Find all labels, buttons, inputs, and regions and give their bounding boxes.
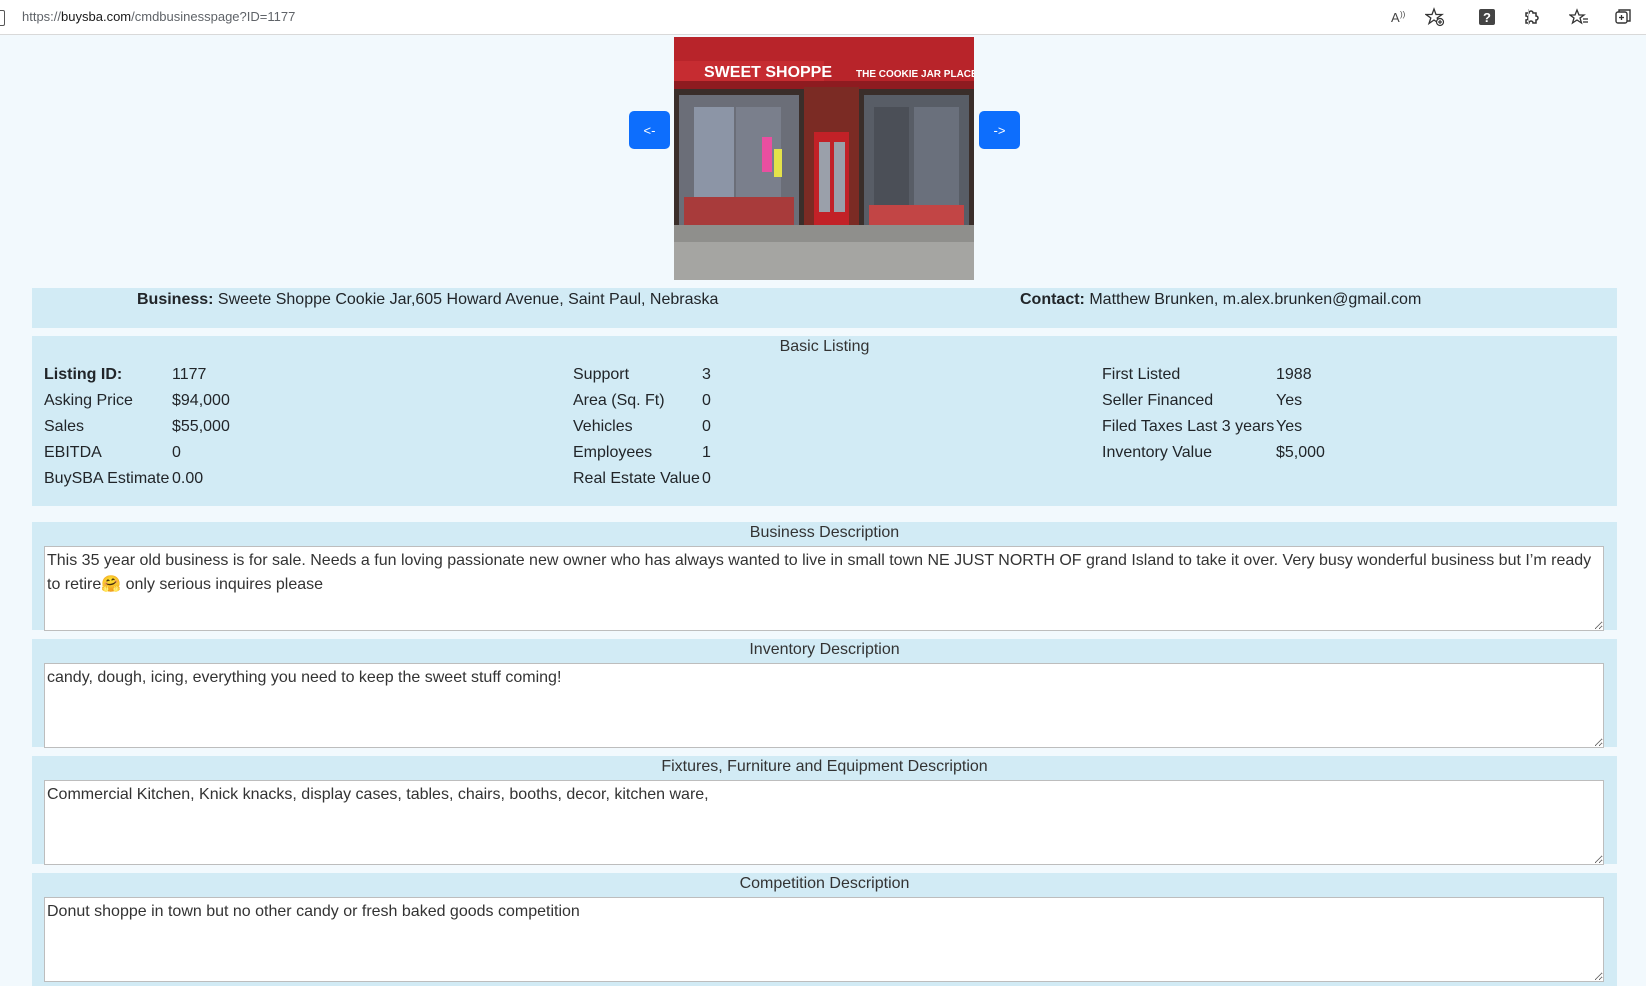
svg-text:?: ? <box>1483 10 1491 25</box>
competition-description-panel: Competition Description Donut shoppe in … <box>32 873 1617 986</box>
listing-column-2: Support 3 Area (Sq. Ft) 0 Vehicles 0 Employ… <box>573 362 711 492</box>
inventory-description-textarea[interactable]: candy, dough, icing, everything you need… <box>44 663 1604 748</box>
field-label: First Listed <box>1102 366 1181 383</box>
business-description-panel: Business Description This 35 year old bu… <box>32 522 1617 631</box>
business-description-textarea[interactable]: This 35 year old business is for sale. N… <box>44 546 1604 631</box>
field-label: BuySBA Estimate <box>44 470 170 487</box>
field-label: Sales <box>44 418 85 435</box>
field-value: 0 <box>702 392 711 409</box>
svg-text:)): )) <box>1400 10 1406 19</box>
field-label: Filed Taxes Last 3 years <box>1102 418 1275 435</box>
inventory-description-panel: Inventory Description candy, dough, icin… <box>32 639 1617 748</box>
favorite-add-icon[interactable] <box>1424 7 1446 27</box>
listing-row: First Listed 1988 <box>1102 362 1325 388</box>
listing-row: Listing ID: 1177 <box>44 362 230 388</box>
url-prefix: https:// <box>22 9 62 24</box>
field-label: Employees <box>573 444 653 461</box>
listing-row: Asking Price $94,000 <box>44 388 230 414</box>
listing-row: EBITDA 0 <box>44 440 230 466</box>
business-contact-row: Business: Sweete Shoppe Cookie Jar,605 H… <box>32 288 1617 328</box>
browser-toolbar: https://buysba.com/cmdbusinesspage?ID=11… <box>0 0 1646 35</box>
toolbar-separator <box>1528 9 1529 25</box>
field-value: Yes <box>1276 392 1303 409</box>
listing-row: Seller Financed Yes <box>1102 388 1325 414</box>
awning-right-text: THE COOKIE JAR PLACE <box>856 69 974 80</box>
field-value: $94,000 <box>172 392 230 409</box>
business-info: Business: Sweete Shoppe Cookie Jar,605 H… <box>137 291 718 309</box>
inventory-description-title: Inventory Description <box>749 641 900 658</box>
svg-text:A: A <box>1391 10 1400 25</box>
business-description-title: Business Description <box>749 524 900 541</box>
field-label: Support <box>573 366 630 383</box>
field-label: Inventory Value <box>1102 444 1212 461</box>
fixtures-description-title: Fixtures, Furniture and Equipment Descri… <box>661 758 988 775</box>
field-value: 1 <box>702 444 711 461</box>
competition-description-title: Competition Description <box>739 875 910 892</box>
business-value: Sweete Shoppe Cookie Jar,605 Howard Aven… <box>217 291 719 308</box>
field-value: 1177 <box>172 366 207 383</box>
contact-label: Contact: <box>1020 291 1085 308</box>
field-label: EBITDA <box>44 444 102 461</box>
listing-row: BuySBA Estimate 0.00 <box>44 466 230 492</box>
field-value: 0 <box>702 418 711 435</box>
basic-listing-panel: Basic Listing Listing ID: 1177 Asking Pri… <box>32 336 1617 506</box>
storefront-image: SWEET SHOPPE THE COOKIE JAR PLACE <box>674 37 974 280</box>
field-value: 0 <box>702 470 711 487</box>
listing-row: Real Estate Value 0 <box>573 466 711 492</box>
extensions-icon[interactable] <box>1520 7 1542 27</box>
url-path: /cmdbusinesspage?ID=1177 <box>131 9 296 24</box>
awning-left-text: SWEET SHOPPE <box>704 64 832 81</box>
favorites-icon[interactable] <box>1568 7 1590 27</box>
collections-icon[interactable] <box>1612 7 1634 27</box>
contact-info: Contact: Matthew Brunken, m.alex.brunken… <box>1020 291 1421 309</box>
listing-row: Support 3 <box>573 362 711 388</box>
next-image-button[interactable]: -> <box>979 111 1020 149</box>
field-label: Area (Sq. Ft) <box>573 392 665 409</box>
url-domain: buysba.com <box>61 9 132 24</box>
business-label: Business: <box>137 291 214 308</box>
listing-row: Area (Sq. Ft) 0 <box>573 388 711 414</box>
field-label: Seller Financed <box>1102 392 1214 409</box>
fixtures-description-textarea[interactable]: Commercial Kitchen, Knick knacks, displa… <box>44 780 1604 865</box>
field-label: Real Estate Value <box>573 470 700 487</box>
listing-row: Employees 1 <box>573 440 711 466</box>
url-text[interactable]: https://buysba.com/cmdbusinesspage?ID=11… <box>22 9 295 24</box>
help-icon[interactable]: ? <box>1476 7 1498 27</box>
listing-row: Filed Taxes Last 3 years Yes <box>1102 414 1325 440</box>
field-label: Asking Price <box>44 392 133 409</box>
listing-row: Inventory Value $5,000 <box>1102 440 1325 466</box>
listing-row: Sales $55,000 <box>44 414 230 440</box>
field-label: Listing ID: <box>44 366 123 383</box>
field-value: Yes <box>1276 418 1303 435</box>
site-info-icon[interactable] <box>0 10 5 26</box>
field-value: 1988 <box>1276 366 1312 383</box>
contact-value: Matthew Brunken, m.alex.brunken@gmail.co… <box>1089 291 1422 308</box>
field-value: 0 <box>172 444 181 461</box>
listing-row: Vehicles 0 <box>573 414 711 440</box>
address-bar[interactable]: https://buysba.com/cmdbusinesspage?ID=11… <box>0 0 1460 34</box>
competition-description-textarea[interactable]: Donut shoppe in town but no other candy … <box>44 897 1604 982</box>
listing-column-3: First Listed 1988 Seller Financed Yes File… <box>1102 362 1325 466</box>
prev-image-button[interactable]: <- <box>629 111 670 149</box>
fixtures-description-panel: Fixtures, Furniture and Equipment Descri… <box>32 756 1617 865</box>
field-value: 0.00 <box>172 470 204 487</box>
business-photo: SWEET SHOPPE THE COOKIE JAR PLACE <box>674 37 974 280</box>
basic-listing-title: Basic Listing <box>779 338 870 355</box>
listing-column-1: Listing ID: 1177 Asking Price $94,000 Sale… <box>44 362 230 492</box>
field-value: $5,000 <box>1276 444 1325 461</box>
field-label: Vehicles <box>573 418 633 435</box>
read-aloud-icon[interactable]: A)) <box>1388 7 1410 27</box>
field-value: $55,000 <box>172 418 230 435</box>
field-value: 3 <box>702 366 711 383</box>
